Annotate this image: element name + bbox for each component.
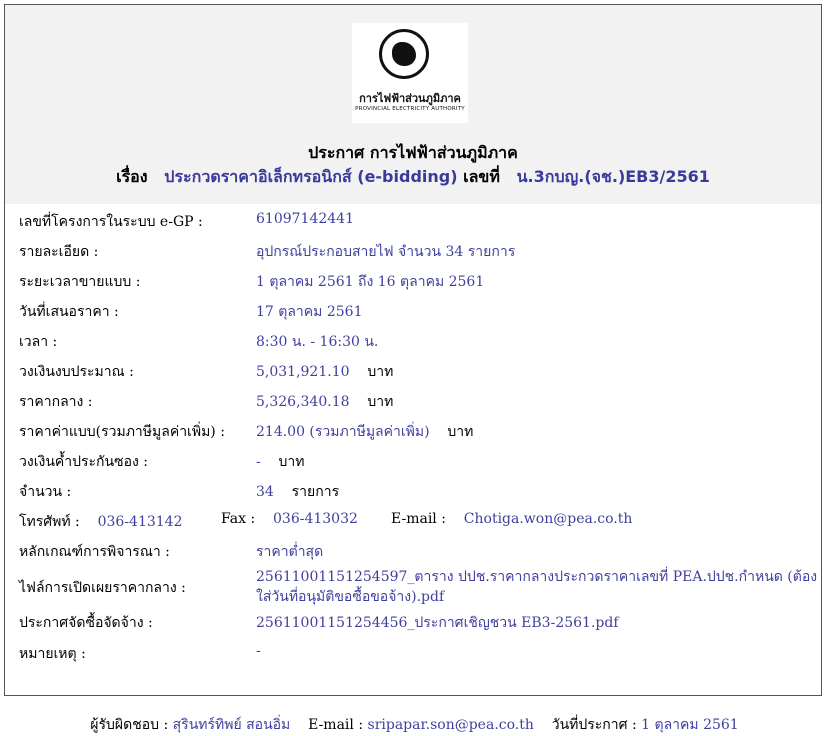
guarantee-label: วงเงินค้ำประกันซอง : — [19, 454, 149, 470]
description-value: อุปกรณ์ประกอบสายไฟ จำนวน 34 รายการ — [256, 244, 516, 260]
doc-fee-unit: บาท — [447, 424, 474, 440]
criteria-label: หลักเกณฑ์การพิจารณา : — [19, 544, 170, 560]
quantity-label: จำนวน : — [19, 484, 72, 500]
budget-unit: บาท — [367, 364, 394, 380]
time-label: เวลา : — [19, 334, 58, 350]
budget-row: 5,031,921.10 บาท — [256, 361, 393, 383]
subject-label: เรื่อง — [116, 167, 148, 186]
procurement-label: ประกาศจัดซื้อจัดจ้าง : — [19, 615, 153, 631]
price-file-label: ไฟล์การเปิดเผยราคากลาง : — [19, 580, 186, 596]
budget-label: วงเงินงบประมาณ : — [19, 364, 134, 380]
remark-label: หมายเหตุ : — [19, 646, 86, 662]
announcement-number: น.3กบญ.(จช.)EB3/2561 — [516, 167, 710, 186]
guarantee-value: - — [256, 454, 261, 470]
quantity-row: 34 รายการ — [256, 481, 339, 503]
budget-value: 5,031,921.10 — [256, 364, 350, 380]
logo-name-en: PROVINCIAL ELECTRICITY AUTHORITY — [355, 106, 465, 112]
quantity-value: 34 — [256, 484, 274, 500]
quantity-unit: รายการ — [291, 484, 340, 500]
contact-email-link[interactable]: Chotiga.won@pea.co.th — [464, 511, 633, 527]
phone-label: โทรศัพท์ : — [19, 514, 80, 530]
description-label: รายละเอียด : — [19, 244, 99, 260]
footer-email-link[interactable]: sripapar.son@pea.co.th — [368, 717, 534, 733]
phone-value: 036-413142 — [97, 514, 183, 530]
contact-row: โทรศัพท์ : 036-413142 — [19, 511, 183, 533]
sale-period-value: 1 ตุลาคม 2561 ถึง 16 ตุลาคม 2561 — [256, 274, 485, 290]
median-price-label: ราคากลาง : — [19, 394, 93, 410]
fax-value: 036-413032 — [273, 511, 358, 527]
project-no-value: 61097142441 — [256, 211, 354, 227]
responsible-label: ผู้รับผิดชอบ : — [90, 717, 169, 733]
sale-period-label: ระยะเวลาขายแบบ : — [19, 274, 141, 290]
median-price-row: 5,326,340.18 บาท — [256, 391, 393, 413]
pea-logo: การไฟฟ้าส่วนภูมิภาค PROVINCIAL ELECTRICI… — [352, 23, 468, 123]
doc-fee-value: 214.00 (รวมภาษีมูลค่าเพิ่ม) — [256, 424, 430, 440]
contact-email-label: E-mail : — [391, 511, 446, 527]
number-label: เลขที่ — [463, 167, 500, 186]
fax-label: Fax : — [221, 511, 256, 527]
logo-name-th: การไฟฟ้าส่วนภูมิภาค — [359, 92, 461, 105]
guarantee-unit: บาท — [278, 454, 305, 470]
project-no-label: เลขที่โครงการในระบบ e-GP : — [19, 214, 203, 230]
price-file-line1: 25611001151254597_ตาราง ปปช.ราคากลางประก… — [256, 569, 818, 585]
median-price-unit: บาท — [367, 394, 394, 410]
pea-emblem-icon — [379, 29, 429, 79]
announcement-panel: การไฟฟ้าส่วนภูมิภาค PROVINCIAL ELECTRICI… — [4, 4, 822, 696]
footer-email-label: E-mail : — [308, 717, 364, 733]
doc-fee-label: ราคาค่าแบบ(รวมภาษีมูลค่าเพิ่ม) : — [19, 424, 225, 440]
criteria-value: ราคาต่ำสุด — [256, 544, 324, 560]
median-price-value: 5,326,340.18 — [256, 394, 350, 410]
announcement-title: ประกาศ การไฟฟ้าส่วนภูมิภาค — [308, 143, 518, 162]
announcement-subject-line: เรื่อง ประกวดราคาอิเล็กทรอนิกส์ (e-biddi… — [5, 165, 821, 190]
announcement-header: การไฟฟ้าส่วนภูมิภาค PROVINCIAL ELECTRICI… — [5, 5, 821, 204]
price-file-link[interactable]: 25611001151254597_ตาราง ปปช.ราคากลางประก… — [256, 567, 820, 607]
contact-email-group: E-mail : Chotiga.won@pea.co.th — [391, 511, 632, 527]
responsible-name: สุรินทร์ทิพย์ สอนอิ่ม — [172, 717, 291, 733]
remark-value: - — [256, 643, 261, 659]
time-value: 8:30 น. - 16:30 น. — [256, 334, 379, 350]
procurement-file-link[interactable]: 25611001151254456_ประกาศเชิญชวน EB3-2561… — [256, 612, 619, 634]
announce-date-value: 1 ตุลาคม 2561 — [641, 717, 739, 733]
announce-date-label: วันที่ประกาศ : — [551, 717, 637, 733]
price-file-line2: ใส่วันที่อนุมัติขอซื้อขอจ้าง).pdf — [256, 589, 445, 605]
bid-date-value: 17 ตุลาคม 2561 — [256, 304, 363, 320]
bid-date-label: วันที่เสนอราคา : — [19, 304, 119, 320]
doc-fee-row: 214.00 (รวมภาษีมูลค่าเพิ่ม) บาท — [256, 421, 473, 443]
guarantee-row: - บาท — [256, 451, 305, 473]
subject-text: ประกวดราคาอิเล็กทรอนิกส์ (e-bidding) — [164, 167, 458, 186]
fax-group: Fax : 036-413032 — [221, 511, 358, 527]
footer-info: ผู้รับผิดชอบ : สุรินทร์ทิพย์ สอนอิ่ม E-m… — [0, 714, 829, 736]
